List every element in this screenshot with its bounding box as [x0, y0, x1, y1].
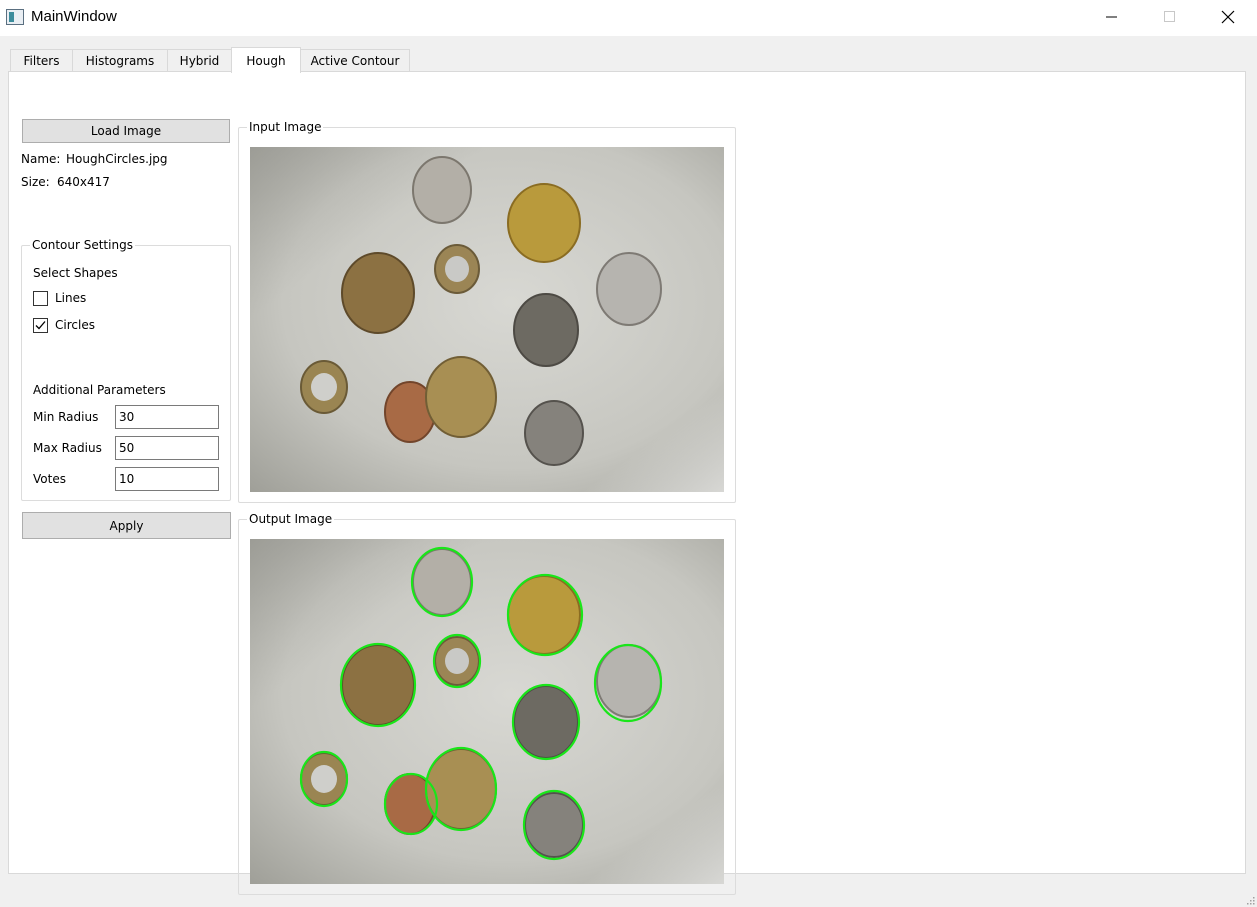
size-label: Size: — [21, 175, 50, 189]
contour-settings-title: Contour Settings — [30, 238, 135, 252]
input-image-group: Input Image — [238, 120, 736, 503]
votes-input[interactable] — [115, 467, 219, 491]
close-icon — [1221, 10, 1235, 24]
image-size-value: 640x417 — [57, 175, 110, 189]
hough-tab-panel: Load Image Name: HoughCircles.jpg Size: … — [8, 71, 1246, 895]
input-image — [250, 147, 724, 492]
input-image-content — [250, 147, 724, 492]
output-image-group: Output Image — [238, 512, 736, 895]
title-bar: MainWindow — [0, 0, 1257, 36]
tab-filters[interactable]: Filters — [10, 49, 73, 71]
minimize-icon — [1106, 16, 1117, 18]
load-image-button[interactable]: Load Image — [22, 119, 230, 143]
apply-button[interactable]: Apply — [22, 512, 231, 539]
main-window-client: Filters Histograms Hybrid Hough Active C… — [0, 36, 1257, 907]
contour-settings-group: Contour Settings Select Shapes Lines Cir… — [21, 238, 231, 501]
tab-histograms[interactable]: Histograms — [72, 49, 168, 71]
circles-label[interactable]: Circles — [55, 318, 95, 332]
votes-label: Votes — [33, 472, 66, 486]
app-icon — [6, 9, 24, 25]
min-radius-label: Min Radius — [33, 410, 99, 424]
tab-hybrid[interactable]: Hybrid — [167, 49, 232, 71]
select-shapes-label: Select Shapes — [33, 266, 118, 280]
max-radius-label: Max Radius — [33, 441, 102, 455]
maximize-button[interactable] — [1141, 0, 1199, 34]
checkmark-icon — [35, 321, 46, 330]
close-button[interactable] — [1199, 0, 1257, 34]
maximize-icon — [1164, 11, 1175, 22]
window-title: MainWindow — [31, 8, 117, 25]
output-image — [250, 539, 724, 884]
min-radius-input[interactable] — [115, 405, 219, 429]
lines-checkbox[interactable] — [33, 291, 48, 306]
lines-label[interactable]: Lines — [55, 291, 86, 305]
name-label: Name: — [21, 152, 61, 166]
input-image-title: Input Image — [247, 120, 324, 134]
tab-hough[interactable]: Hough — [231, 47, 301, 73]
minimize-button[interactable] — [1083, 0, 1141, 34]
output-image-title: Output Image — [247, 512, 335, 526]
file-name-value: HoughCircles.jpg — [66, 152, 168, 166]
additional-parameters-label: Additional Parameters — [33, 383, 166, 397]
output-image-content — [250, 539, 724, 884]
max-radius-input[interactable] — [115, 436, 219, 460]
size-grip-icon[interactable] — [1247, 897, 1255, 905]
circles-checkbox[interactable] — [33, 318, 48, 333]
tab-active-contour[interactable]: Active Contour — [300, 49, 410, 71]
